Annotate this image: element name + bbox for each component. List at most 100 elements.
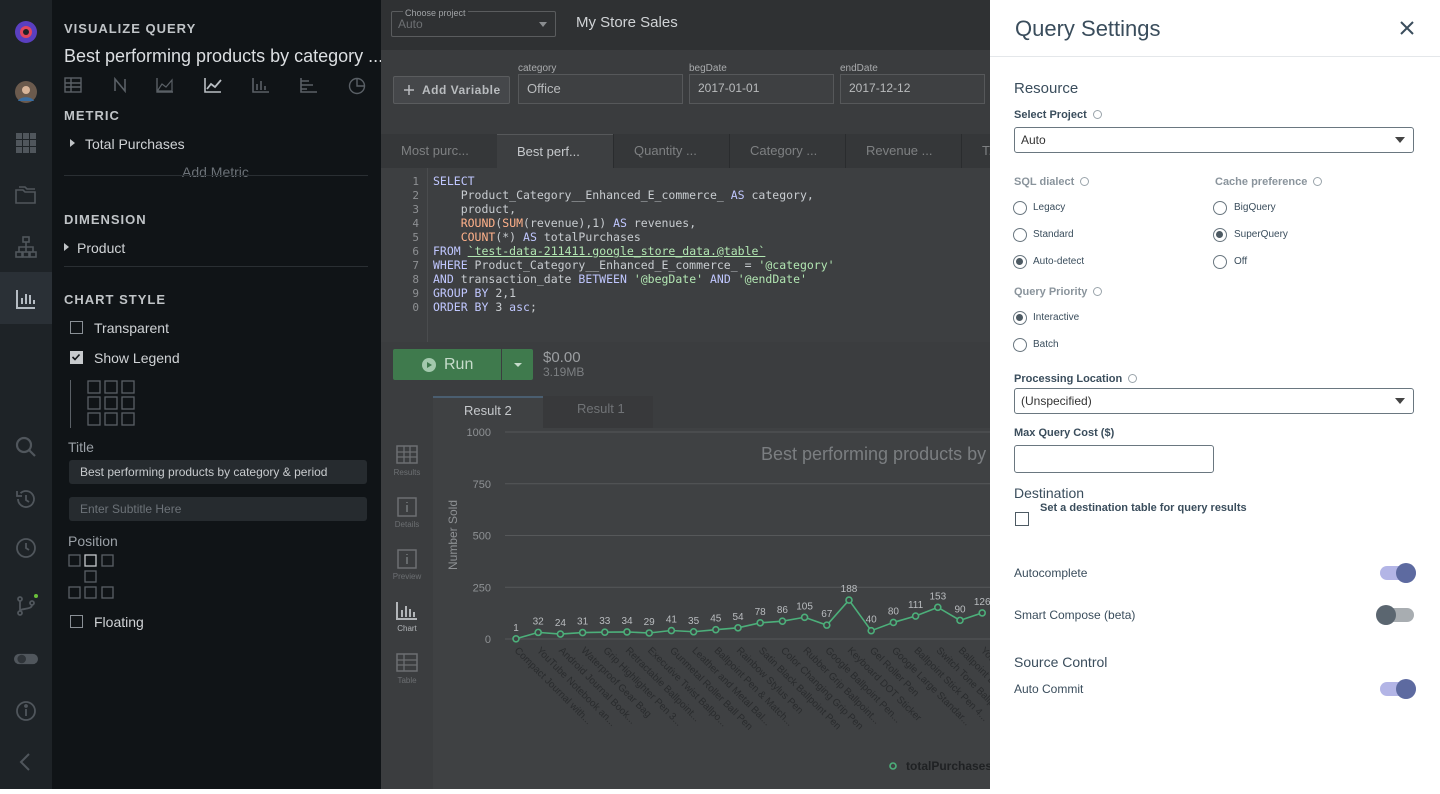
info-icon[interactable] (1313, 176, 1323, 186)
result-tab-active[interactable]: Result 2 (433, 396, 543, 428)
query-tab[interactable]: Quantity ... (613, 134, 729, 168)
details-icon[interactable] (397, 497, 417, 522)
project-select[interactable]: Auto (1014, 127, 1414, 153)
priority-interactive-radio[interactable] (1013, 311, 1027, 325)
cache-superquery-radio[interactable] (1213, 228, 1227, 242)
line-chart: 0 250 500 750 1000 Number Sold Best performing… (446, 427, 1038, 773)
processing-location-select[interactable]: (Unspecified) (1014, 388, 1414, 414)
divider (64, 175, 368, 176)
code-line: FROM `test-data-211411.google_store_data… (433, 244, 766, 258)
data-label: 32 (533, 616, 545, 627)
history-icon[interactable] (12, 485, 40, 513)
line-number: 1 (412, 175, 419, 188)
processing-location-label: Processing Location (1014, 373, 1138, 385)
logo-icon[interactable] (12, 18, 40, 46)
begdate-variable-input[interactable]: 2017-01-01 (689, 74, 834, 104)
auto-commit-toggle[interactable] (1380, 679, 1416, 699)
table-chart-icon[interactable] (64, 77, 82, 93)
gutter-divider (427, 168, 428, 342)
pie-chart-icon[interactable] (348, 77, 366, 95)
chart-icon[interactable] (12, 285, 40, 313)
app-rail (0, 0, 52, 789)
sql-editor[interactable]: 1 2 3 4 5 6 7 8 9 0 SELECT Product_Categ… (381, 168, 990, 342)
title-position-grid[interactable] (68, 554, 118, 602)
search-icon[interactable] (12, 433, 40, 461)
transparent-checkbox[interactable] (70, 321, 83, 334)
expand-caret-icon[interactable] (64, 243, 69, 251)
query-tabs: Most purc... Best perf... Quantity ... C… (381, 134, 999, 168)
show-legend-checkbox[interactable] (70, 351, 83, 364)
collapse-chevron-icon[interactable] (12, 748, 40, 776)
query-tab[interactable]: Revenue ... (845, 134, 961, 168)
priority-batch-radio[interactable] (1013, 338, 1027, 352)
title-input[interactable]: Best performing products by category & p… (69, 460, 367, 484)
data-point (734, 624, 742, 632)
info-icon[interactable] (1092, 109, 1102, 119)
category-variable-input[interactable]: Office (518, 74, 683, 104)
info-icon[interactable] (1093, 286, 1103, 296)
cache-off-radio[interactable] (1213, 255, 1227, 269)
results-icon[interactable] (395, 445, 419, 469)
area-chart-icon[interactable] (156, 77, 174, 93)
query-tab[interactable]: Category ... (729, 134, 845, 168)
bar-chart-icon[interactable] (252, 77, 270, 93)
side-icon-label: Table (397, 676, 417, 685)
top-bar: Choose project Auto My Store Sales (381, 0, 990, 50)
data-point (556, 630, 565, 638)
query-tab-active[interactable]: Best perf... (497, 134, 613, 168)
choose-project-select[interactable]: Choose project Auto (391, 8, 556, 37)
legend-position-grid[interactable] (87, 380, 137, 428)
subtitle-input[interactable]: Enter Subtitle Here (69, 497, 367, 521)
cache-bigquery-radio[interactable] (1213, 201, 1227, 215)
avatar[interactable] (12, 78, 40, 106)
git-branch-icon[interactable] (12, 592, 40, 620)
run-options-button[interactable] (502, 349, 533, 380)
data-label: 40 (866, 615, 878, 626)
line-chart-icon[interactable] (204, 77, 222, 93)
data-label: 90 (954, 604, 966, 615)
project-select-value: Auto (1021, 133, 1046, 147)
add-variable-label: Add Variable (422, 83, 501, 97)
expand-caret-icon[interactable] (70, 139, 75, 147)
dialect-legacy-radio[interactable] (1013, 201, 1027, 215)
result-tab-label: Result 1 (577, 401, 625, 416)
variables-bar: Add Variable category Office begDate 201… (381, 50, 990, 134)
smart-compose-toggle[interactable] (1376, 605, 1414, 625)
add-metric-button[interactable]: Add Metric (182, 164, 249, 180)
plus-icon (404, 85, 414, 95)
theme-toggle-icon[interactable] (12, 645, 40, 673)
number-chart-icon[interactable] (112, 77, 128, 93)
help-icon[interactable] (12, 697, 40, 725)
info-icon[interactable] (1128, 373, 1138, 383)
dialect-auto-detect-radio[interactable] (1013, 255, 1027, 269)
code-line: SELECT (433, 174, 475, 188)
info-icon[interactable] (1080, 176, 1090, 186)
preview-icon[interactable] (397, 549, 417, 574)
metric-item[interactable]: Total Purchases (85, 136, 185, 152)
enddate-variable-input[interactable]: 2017-12-12 (840, 74, 985, 104)
hierarchy-icon[interactable] (12, 233, 40, 261)
dashboard-grid-icon[interactable] (12, 129, 40, 157)
close-button[interactable] (1398, 19, 1416, 37)
max-cost-input[interactable] (1014, 445, 1214, 473)
add-variable-button[interactable]: Add Variable (393, 76, 510, 104)
folders-icon[interactable] (12, 181, 40, 209)
query-tab[interactable]: Most purc... (381, 134, 497, 168)
autocomplete-toggle[interactable] (1380, 563, 1416, 583)
show-legend-label: Show Legend (94, 350, 180, 366)
dialect-standard-radio[interactable] (1013, 228, 1027, 242)
destination-checkbox[interactable] (1015, 512, 1029, 526)
play-icon (422, 358, 436, 372)
table-view-icon[interactable] (395, 653, 419, 678)
table-icon (396, 653, 418, 672)
chevron-down-icon (1395, 137, 1405, 143)
result-tab[interactable]: Result 1 (543, 396, 653, 428)
auto-commit-label: Auto Commit (1014, 682, 1084, 696)
clock-icon[interactable] (12, 534, 40, 562)
chart-view-icon[interactable] (396, 601, 418, 626)
dimension-item[interactable]: Product (77, 240, 125, 256)
code-line: ROUND(SUM(revenue),1) AS revenues, (460, 216, 697, 230)
floating-checkbox[interactable] (70, 615, 83, 628)
run-button[interactable]: Run (393, 349, 501, 380)
horizontal-bar-chart-icon[interactable] (300, 77, 318, 93)
